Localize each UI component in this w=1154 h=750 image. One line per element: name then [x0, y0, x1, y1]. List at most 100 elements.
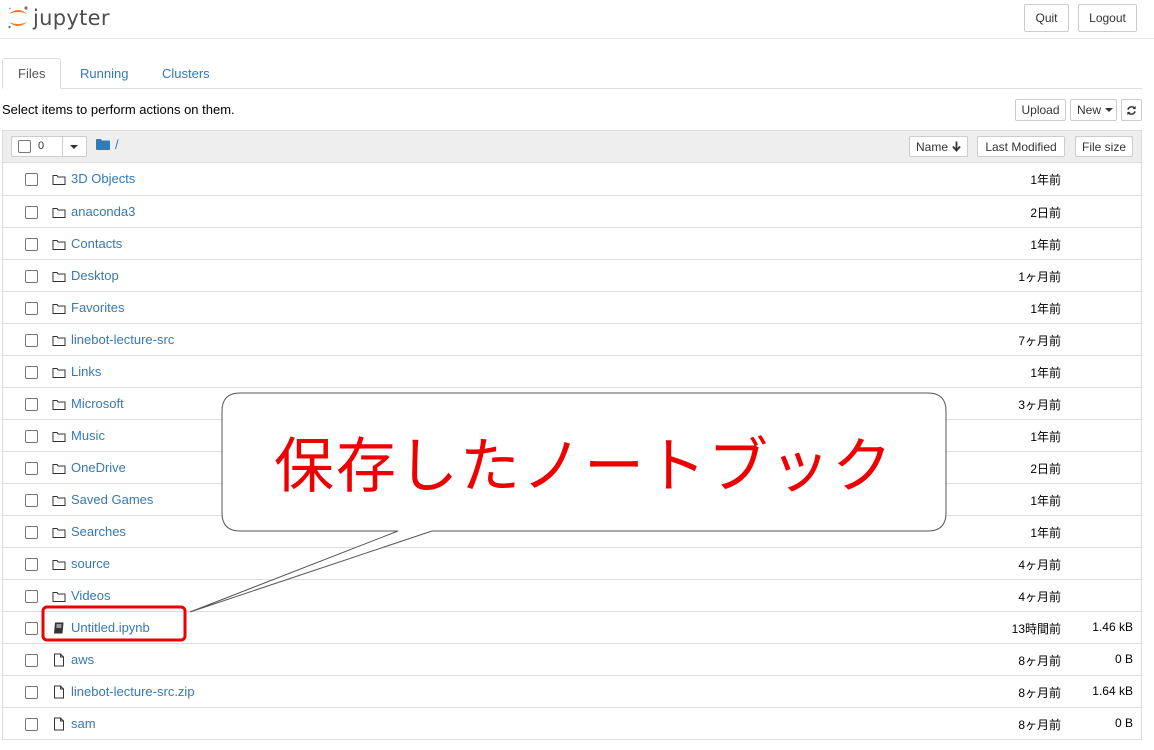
refresh-button[interactable] — [1121, 99, 1142, 121]
item-checkbox[interactable] — [25, 302, 38, 315]
file-icon — [52, 653, 66, 667]
folder-icon — [52, 205, 66, 219]
list-item[interactable]: sam 8ヶ月前 0 B — [3, 707, 1141, 739]
file-icon — [52, 685, 66, 699]
item-last-modified: 2日前 — [1030, 462, 1061, 476]
item-checkbox[interactable] — [25, 494, 38, 507]
item-name-link[interactable]: Music — [71, 428, 105, 443]
item-name-link[interactable]: 3D Objects — [71, 171, 135, 186]
item-name-link[interactable]: aws — [71, 652, 94, 667]
quit-button[interactable]: Quit — [1024, 4, 1069, 32]
item-last-modified: 8ヶ月前 — [1018, 654, 1061, 668]
item-checkbox[interactable] — [25, 270, 38, 283]
item-name-link[interactable]: OneDrive — [71, 460, 126, 475]
item-name-link[interactable]: Untitled.ipynb — [71, 620, 150, 635]
tab-running[interactable]: Running — [65, 58, 143, 89]
callout-text: 保存したノートブック — [274, 431, 894, 502]
list-item[interactable]: Desktop 1ヶ月前 — [3, 259, 1141, 291]
file-icon — [52, 717, 66, 731]
list-item[interactable]: aws 8ヶ月前 0 B — [3, 643, 1141, 675]
logout-button[interactable]: Logout — [1078, 4, 1137, 32]
list-item[interactable]: linebot-lecture-src.zip 8ヶ月前 1.64 kB — [3, 675, 1141, 707]
tab-files[interactable]: Files — [2, 58, 61, 89]
item-name-link[interactable]: Links — [71, 364, 101, 379]
folder-icon — [52, 429, 66, 443]
item-checkbox[interactable] — [25, 622, 38, 635]
item-checkbox[interactable] — [25, 206, 38, 219]
list-item[interactable]: Contacts 1年前 — [3, 227, 1141, 259]
list-item[interactable]: linebot-lecture-src 7ヶ月前 — [3, 323, 1141, 355]
folder-icon — [52, 301, 66, 315]
item-checkbox[interactable] — [25, 238, 38, 251]
item-name-link[interactable]: linebot-lecture-src — [71, 332, 174, 347]
select-all-checkbox[interactable] — [18, 140, 31, 153]
item-name-link[interactable]: Videos — [71, 588, 111, 603]
item-last-modified: 8ヶ月前 — [1018, 718, 1061, 732]
item-file-size: 1.64 kB — [1092, 684, 1133, 698]
item-checkbox[interactable] — [25, 686, 38, 699]
item-file-size: 1.46 kB — [1092, 620, 1133, 634]
breadcrumb[interactable]: / — [96, 137, 119, 152]
item-last-modified: 13時間前 — [1011, 622, 1061, 636]
item-last-modified: 1年前 — [1030, 526, 1061, 540]
header: jupyter Quit Logout — [0, 0, 1154, 39]
item-name-link[interactable]: source — [71, 556, 110, 571]
folder-icon — [52, 237, 66, 251]
sort-file-size-button[interactable]: File size — [1075, 136, 1133, 157]
list-item[interactable]: Links 1年前 — [3, 355, 1141, 387]
item-name-link[interactable]: Favorites — [71, 300, 124, 315]
new-dropdown-button[interactable]: New — [1070, 99, 1117, 121]
item-last-modified: 4ヶ月前 — [1018, 590, 1061, 604]
divider — [62, 137, 63, 156]
tab-clusters[interactable]: Clusters — [147, 58, 225, 89]
item-checkbox[interactable] — [25, 173, 38, 186]
item-checkbox[interactable] — [25, 718, 38, 731]
tab-bar: Files Running Clusters — [2, 58, 1142, 89]
sort-last-modified-button[interactable]: Last Modified — [977, 136, 1065, 157]
item-checkbox[interactable] — [25, 526, 38, 539]
item-name-link[interactable]: Searches — [71, 524, 126, 539]
select-all-dropdown[interactable]: 0 — [11, 136, 87, 157]
item-last-modified: 1ヶ月前 — [1018, 270, 1061, 284]
item-checkbox[interactable] — [25, 590, 38, 603]
item-name-link[interactable]: anaconda3 — [71, 204, 135, 219]
item-checkbox[interactable] — [25, 558, 38, 571]
jupyter-logo[interactable]: jupyter — [6, 4, 110, 32]
breadcrumb-root[interactable]: / — [115, 137, 119, 152]
upload-button[interactable]: Upload — [1015, 99, 1066, 121]
new-label: New — [1077, 103, 1102, 117]
item-checkbox[interactable] — [25, 430, 38, 443]
list-item[interactable]: Favorites 1年前 — [3, 291, 1141, 323]
item-checkbox[interactable] — [25, 398, 38, 411]
folder-icon — [52, 172, 66, 186]
list-item[interactable]: source 4ヶ月前 — [3, 547, 1141, 579]
folder-icon — [52, 333, 66, 347]
item-checkbox[interactable] — [25, 334, 38, 347]
sort-name-button[interactable]: Name — [909, 136, 968, 157]
item-name-link[interactable]: Microsoft — [71, 396, 124, 411]
item-checkbox[interactable] — [25, 462, 38, 475]
folder-icon — [96, 139, 110, 150]
arrow-down-icon — [952, 141, 961, 152]
file-list-header: 0 / Name Last Modified File size — [3, 131, 1141, 163]
item-last-modified: 4ヶ月前 — [1018, 558, 1061, 572]
item-name-link[interactable]: Desktop — [71, 268, 119, 283]
list-item[interactable]: 3D Objects 1年前 — [3, 163, 1141, 195]
item-checkbox[interactable] — [25, 654, 38, 667]
caret-down-icon[interactable] — [70, 145, 78, 149]
item-file-size: 0 B — [1114, 652, 1133, 666]
item-name-link[interactable]: linebot-lecture-src.zip — [71, 684, 195, 699]
item-file-size: 0 B — [1114, 716, 1133, 730]
item-checkbox[interactable] — [25, 366, 38, 379]
folder-icon — [52, 461, 66, 475]
notebook-icon — [52, 621, 66, 635]
item-name-link[interactable]: Saved Games — [71, 492, 153, 507]
list-item[interactable]: anaconda3 2日前 — [3, 195, 1141, 227]
list-item[interactable]: Untitled.ipynb 13時間前 1.46 kB — [3, 611, 1141, 643]
item-last-modified: 1年前 — [1030, 238, 1061, 252]
folder-icon — [52, 269, 66, 283]
item-name-link[interactable]: sam — [71, 716, 96, 731]
list-item[interactable]: Videos 4ヶ月前 — [3, 579, 1141, 611]
item-name-link[interactable]: Contacts — [71, 236, 122, 251]
sort-name-label: Name — [916, 139, 949, 154]
